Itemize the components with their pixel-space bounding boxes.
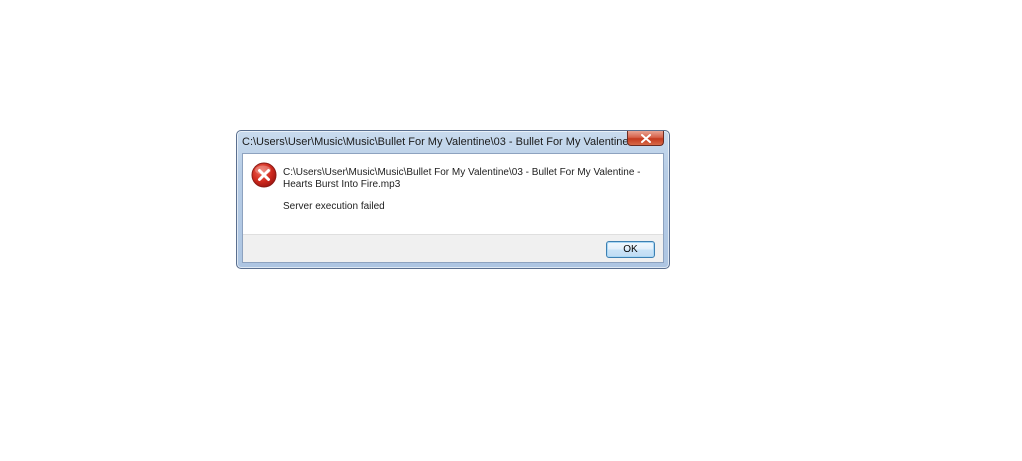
error-icon <box>251 162 277 188</box>
dialog-title: C:\Users\User\Music\Music\Bullet For My … <box>242 136 630 148</box>
error-message: C:\Users\User\Music\Music\Bullet For My … <box>283 167 641 190</box>
message-area: C:\Users\User\Music\Music\Bullet For My … <box>243 154 663 234</box>
title-bar[interactable]: C:\Users\User\Music\Music\Bullet For My … <box>237 131 669 153</box>
error-detail: Server execution failed <box>283 201 385 212</box>
close-icon <box>640 133 651 143</box>
button-bar: OK <box>243 234 663 262</box>
error-dialog: C:\Users\User\Music\Music\Bullet For My … <box>236 130 670 269</box>
dialog-client-area: C:\Users\User\Music\Music\Bullet For My … <box>242 153 664 263</box>
close-button[interactable] <box>627 131 664 146</box>
ok-button[interactable]: OK <box>606 241 655 258</box>
